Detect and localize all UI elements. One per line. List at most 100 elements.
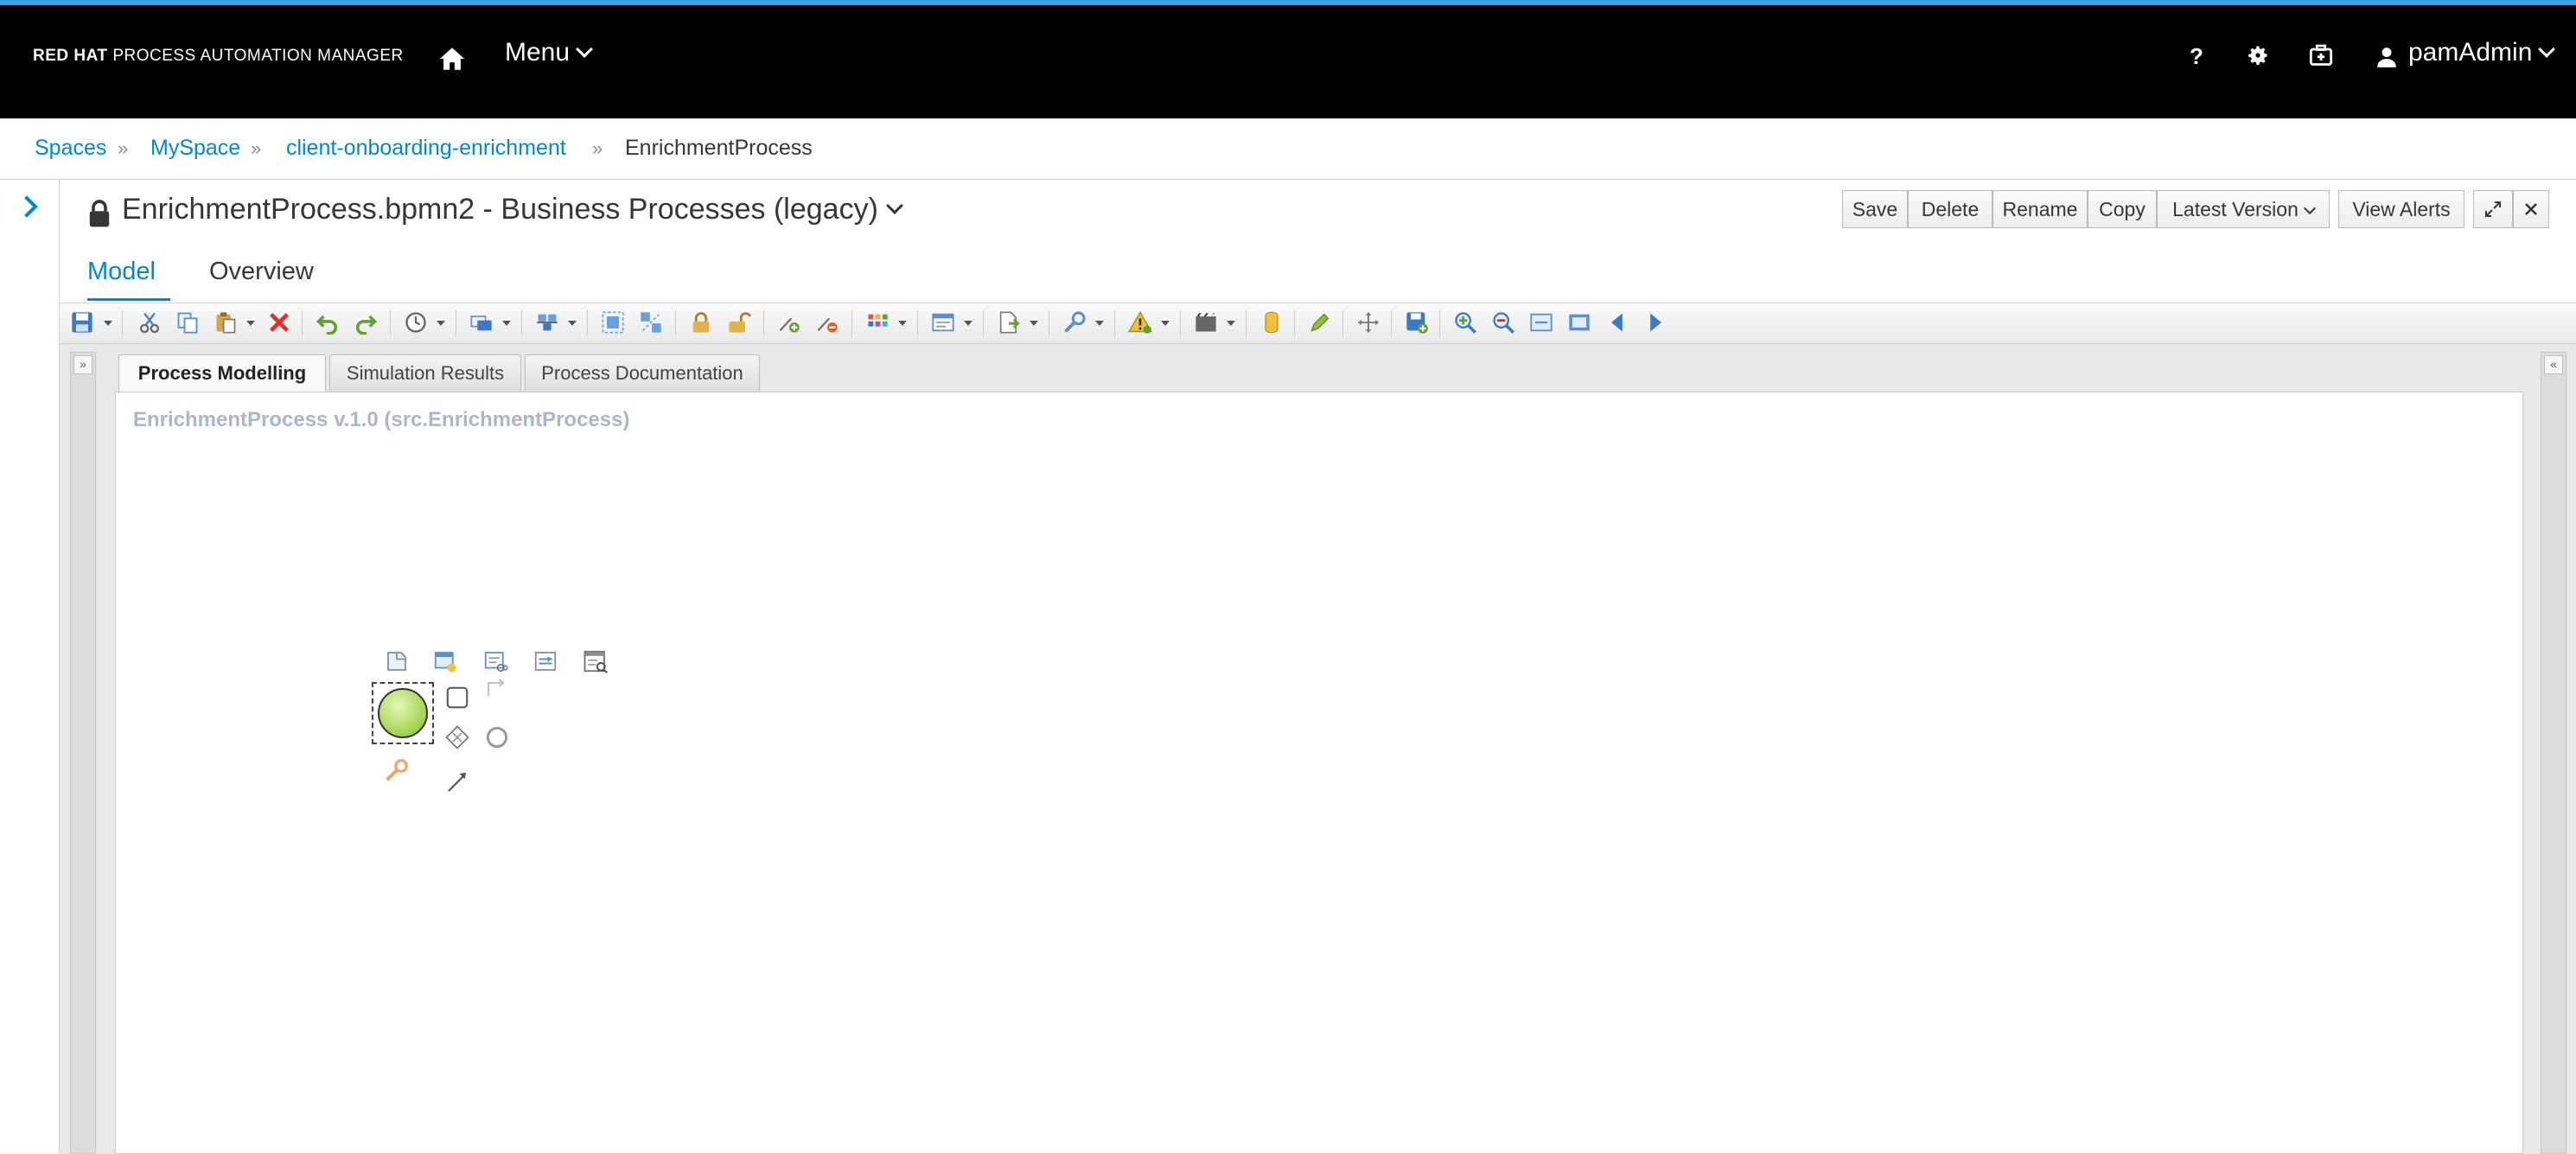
help-icon[interactable]: ? [2190,43,2203,70]
import-icon[interactable] [997,310,1021,335]
cut-icon[interactable] [137,310,162,335]
brand-logo[interactable]: RED HAT PROCESS AUTOMATION MANAGER [33,47,404,66]
close-button[interactable] [2513,190,2549,228]
copy-button[interactable]: Copy [2088,190,2157,228]
arrow-left-icon[interactable] [1605,310,1629,335]
collapse-properties-icon[interactable]: « [2544,355,2563,374]
simulation-dropdown-icon[interactable] [1227,321,1235,326]
tools-dropdown-icon[interactable] [1095,321,1104,326]
morph-wrench-icon[interactable] [384,757,410,783]
briefcase-icon[interactable] [2308,43,2334,67]
wrench-icon[interactable] [1062,310,1087,335]
designer-toolbar [60,303,2576,344]
save-image-icon[interactable] [1405,310,1429,335]
tab-overview[interactable]: Overview [209,258,314,286]
breadcrumb-spaces[interactable]: Spaces [35,136,106,161]
save-dropdown-icon[interactable] [104,321,112,326]
group-icon[interactable] [601,310,625,335]
shapes-icon[interactable] [469,310,494,335]
toolbar-separator [983,310,984,336]
breadcrumb-project[interactable]: client-onboarding-enrichment [286,136,566,161]
remove-docker-icon[interactable] [815,310,839,335]
move-icon[interactable] [1356,310,1380,335]
connector-tool-icon[interactable] [444,769,470,795]
redo-icon[interactable] [354,310,378,335]
tab-model[interactable]: Model [87,258,156,286]
ungroup-icon[interactable] [639,310,663,335]
toolbar-separator [1342,310,1343,336]
clock-icon[interactable] [404,310,428,335]
gear-icon[interactable] [2246,43,2270,67]
add-docker-icon[interactable] [777,310,801,335]
home-icon[interactable] [437,44,467,73]
form-icon[interactable] [931,310,955,335]
unlock-icon[interactable] [727,310,751,335]
editor-title-text: EnrichmentProcess.bpmn2 - Business Proce… [122,193,878,226]
tab-simulation-results[interactable]: Simulation Results [329,354,521,392]
toolbar-separator [763,310,764,336]
validate-icon[interactable] [1128,310,1152,335]
validate-dropdown-icon[interactable] [1161,321,1170,326]
toolbar-separator [675,310,676,336]
user-menu[interactable]: pamAdmin [2408,38,2556,67]
annotation-icon[interactable] [384,648,410,674]
editor-title[interactable]: EnrichmentProcess.bpmn2 - Business Proce… [122,193,903,226]
chevron-down-icon [886,197,903,214]
form-dropdown-icon[interactable] [964,321,972,326]
process-canvas[interactable]: EnrichmentProcess v.1.0 (src.EnrichmentP… [115,392,2523,1154]
chevron-down-icon [2303,201,2316,215]
import-dropdown-icon[interactable] [1030,321,1038,326]
add-task-icon[interactable] [444,685,470,711]
arrow-right-icon[interactable] [1643,310,1667,335]
zoom-in-icon[interactable] [1453,310,1477,335]
pencil-icon[interactable] [1308,310,1332,335]
maximize-button[interactable] [2473,190,2513,228]
add-end-event-icon[interactable] [484,724,510,750]
color-palette-icon[interactable] [865,310,889,335]
tab-process-modelling[interactable]: Process Modelling [118,354,326,392]
sequence-flow-icon[interactable] [484,674,510,700]
add-gateway-icon[interactable] [444,724,470,750]
rename-button[interactable]: Rename [1993,190,2088,228]
zoom-fit-icon[interactable] [1529,310,1553,335]
database-icon[interactable] [1259,310,1284,335]
simulation-icon[interactable] [1194,310,1218,335]
data-object-icon[interactable] [432,648,458,674]
expand-repository-icon[interactable]: » [73,355,92,374]
zoom-out-icon[interactable] [1491,310,1515,335]
toolbar-separator [521,310,522,336]
undo-icon[interactable] [316,310,340,335]
version-dropdown[interactable]: Latest Version [2157,190,2330,228]
menu-dropdown[interactable]: Menu [505,38,593,67]
paste-icon[interactable] [214,310,238,335]
toolbar-separator [1439,310,1440,336]
align-dropdown-icon[interactable] [568,321,577,326]
breadcrumb-myspace[interactable]: MySpace [150,136,240,161]
toolbar-separator [302,310,303,336]
copy-icon[interactable] [175,310,200,335]
start-event[interactable] [378,688,428,738]
toolbar-separator [851,310,852,336]
tab-process-documentation[interactable]: Process Documentation [525,354,760,392]
delete-icon[interactable] [267,310,291,335]
delete-button[interactable]: Delete [1908,190,1993,228]
save-icon[interactable] [70,310,94,335]
align-icon[interactable] [535,310,559,335]
view-alerts-button[interactable]: View Alerts [2338,190,2464,228]
zoom-page-icon[interactable] [1567,310,1591,335]
save-button[interactable]: Save [1842,190,1908,228]
toolbar-separator [1246,310,1247,336]
version-label: Latest Version [2172,198,2299,220]
shapes-dropdown-icon[interactable] [502,321,511,326]
morph-shape-icon[interactable] [482,648,508,674]
chevron-down-icon [2538,41,2556,58]
history-dropdown-icon[interactable] [437,321,445,326]
edit-properties-icon[interactable] [532,648,558,674]
paste-dropdown-icon[interactable] [246,321,255,326]
toolbar-separator [1180,310,1181,336]
palette-dropdown-icon[interactable] [898,321,907,326]
shape-repository-panel: » [70,352,96,1154]
lock-shape-icon[interactable] [689,310,713,335]
dictionary-icon[interactable] [583,648,609,674]
expand-panel-icon[interactable] [16,195,38,218]
